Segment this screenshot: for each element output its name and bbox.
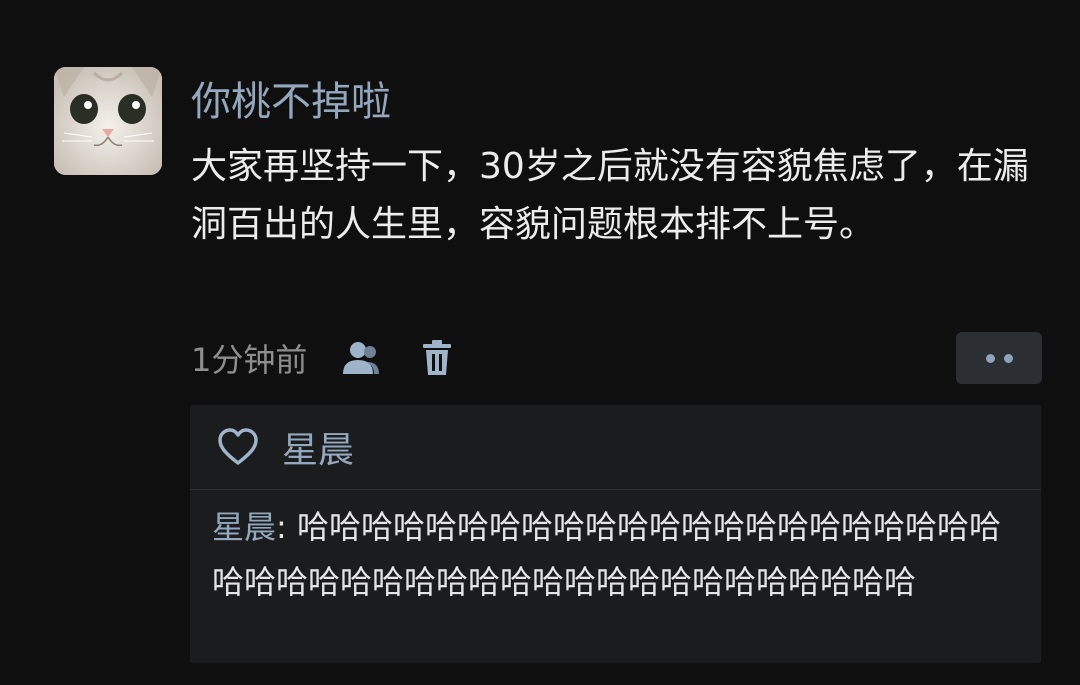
post-username[interactable]: 你桃不掉啦 [191,74,391,130]
avatar[interactable] [54,67,162,175]
comment-author[interactable]: 星晨 [212,508,276,546]
heart-icon[interactable] [216,425,260,469]
comment-separator: : [276,508,297,546]
comment-text: 哈哈哈哈哈哈哈哈哈哈哈哈哈哈哈哈哈哈哈哈哈哈哈哈哈哈哈哈哈哈哈哈哈哈哈哈哈哈哈哈… [212,508,1001,601]
users-icon[interactable] [339,336,383,380]
comment: 星晨: 哈哈哈哈哈哈哈哈哈哈哈哈哈哈哈哈哈哈哈哈哈哈哈哈哈哈哈哈哈哈哈哈哈哈哈哈… [212,500,1032,610]
liker-name[interactable]: 星晨 [282,421,354,473]
likes-row: 星晨 [190,405,1041,490]
more-icon-dot [985,353,995,363]
post-text: 大家再坚持一下，30岁之后就没有容貌焦虑了，在漏洞百出的人生里，容貌问题根本排不… [191,146,1029,245]
trash-icon[interactable] [415,336,459,380]
more-icon-dot [1003,353,1013,363]
post-time: 1分钟前 [191,341,308,379]
post-meta-row: 1分钟前 [191,333,459,383]
cat-avatar-image [54,67,162,175]
more-button[interactable] [956,332,1042,384]
reply-box: 星晨 星晨: 哈哈哈哈哈哈哈哈哈哈哈哈哈哈哈哈哈哈哈哈哈哈哈哈哈哈哈哈哈哈哈哈哈… [190,405,1041,663]
